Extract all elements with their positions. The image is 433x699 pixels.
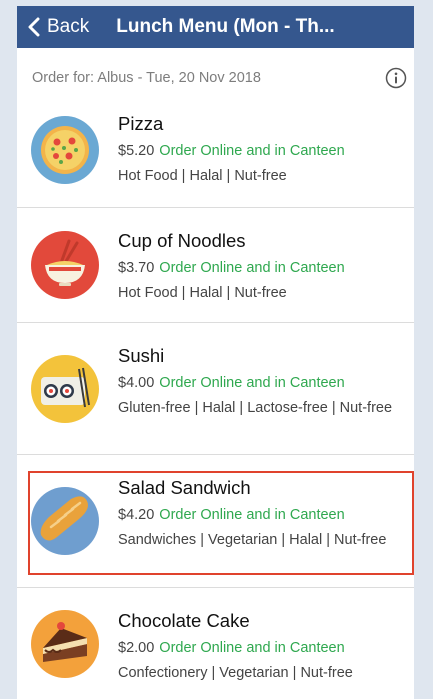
- item-price-line: $4.20 Order Online and in Canteen: [118, 507, 402, 523]
- item-price: $5.20: [118, 143, 155, 159]
- item-name: Pizza: [118, 113, 164, 134]
- item-availability: Order Online and in Canteen: [159, 375, 345, 391]
- app-screen: Back Lunch Menu (Mon - Th... Order for: …: [0, 0, 433, 699]
- item-price-line: $2.00 Order Online and in Canteen: [118, 640, 402, 656]
- menu-list[interactable]: Order for: Albus - Tue, 20 Nov 2018 Pizz…: [17, 48, 414, 699]
- item-availability: Order Online and in Canteen: [159, 260, 345, 276]
- navigation-bar: Back Lunch Menu (Mon - Th...: [17, 6, 414, 48]
- item-text: Cup of Noodles $3.70 Order Online and in …: [118, 230, 402, 301]
- menu-item-cup-of-noodles[interactable]: Cup of Noodles $3.70 Order Online and in …: [17, 208, 414, 323]
- item-price-line: $4.00 Order Online and in Canteen: [118, 375, 402, 391]
- bread-icon: [31, 487, 99, 555]
- sushi-icon: [31, 355, 99, 423]
- item-tags: Confectionery | Vegetarian | Nut-free: [118, 665, 353, 681]
- menu-item-chocolate-cake[interactable]: Chocolate Cake $2.00 Order Online and in …: [17, 588, 414, 699]
- item-tags: Hot Food | Halal | Nut-free: [118, 285, 287, 301]
- item-price: $4.20: [118, 507, 155, 523]
- item-text: Chocolate Cake $2.00 Order Online and in …: [118, 610, 402, 681]
- item-price: $3.70: [118, 260, 155, 276]
- cake-icon: [31, 610, 99, 678]
- page-title: Lunch Menu (Mon - Th...: [116, 16, 335, 37]
- back-label: Back: [47, 16, 90, 37]
- item-price: $4.00: [118, 375, 155, 391]
- noodles-icon: [31, 231, 99, 299]
- item-availability: Order Online and in Canteen: [159, 640, 345, 656]
- item-availability: Order Online and in Canteen: [159, 507, 345, 523]
- menu-item-salad-sandwich[interactable]: Salad Sandwich $4.20 Order Online and in …: [17, 455, 414, 588]
- item-text: Pizza $5.20 Order Online and in Canteen H…: [118, 113, 402, 184]
- item-availability: Order Online and in Canteen: [159, 143, 345, 159]
- item-price: $2.00: [118, 640, 155, 656]
- menu-item-pizza[interactable]: Pizza $5.20 Order Online and in Canteen H…: [17, 108, 414, 208]
- item-price-line: $3.70 Order Online and in Canteen: [118, 260, 402, 276]
- item-tags: Sandwiches | Vegetarian | Halal | Nut-fr…: [118, 532, 387, 548]
- pizza-icon: [31, 116, 99, 184]
- item-text: Sushi $4.00 Order Online and in Canteen G…: [118, 345, 402, 416]
- item-name: Salad Sandwich: [118, 477, 251, 498]
- back-button[interactable]: Back: [27, 16, 89, 38]
- order-for-row: Order for: Albus - Tue, 20 Nov 2018: [17, 48, 414, 108]
- order-for-text: Order for: Albus - Tue, 20 Nov 2018: [32, 70, 261, 86]
- item-name: Sushi: [118, 345, 165, 366]
- menu-item-sushi[interactable]: Sushi $4.00 Order Online and in Canteen G…: [17, 323, 414, 455]
- item-tags: Gluten-free | Halal | Lactose-free | Nut…: [118, 400, 393, 416]
- item-text: Salad Sandwich $4.20 Order Online and in …: [118, 477, 402, 548]
- info-icon[interactable]: [385, 67, 407, 89]
- item-name: Cup of Noodles: [118, 230, 246, 251]
- item-name: Chocolate Cake: [118, 610, 250, 631]
- item-price-line: $5.20 Order Online and in Canteen: [118, 143, 402, 159]
- item-tags: Hot Food | Halal | Nut-free: [118, 168, 287, 184]
- chevron-left-icon: [28, 17, 40, 37]
